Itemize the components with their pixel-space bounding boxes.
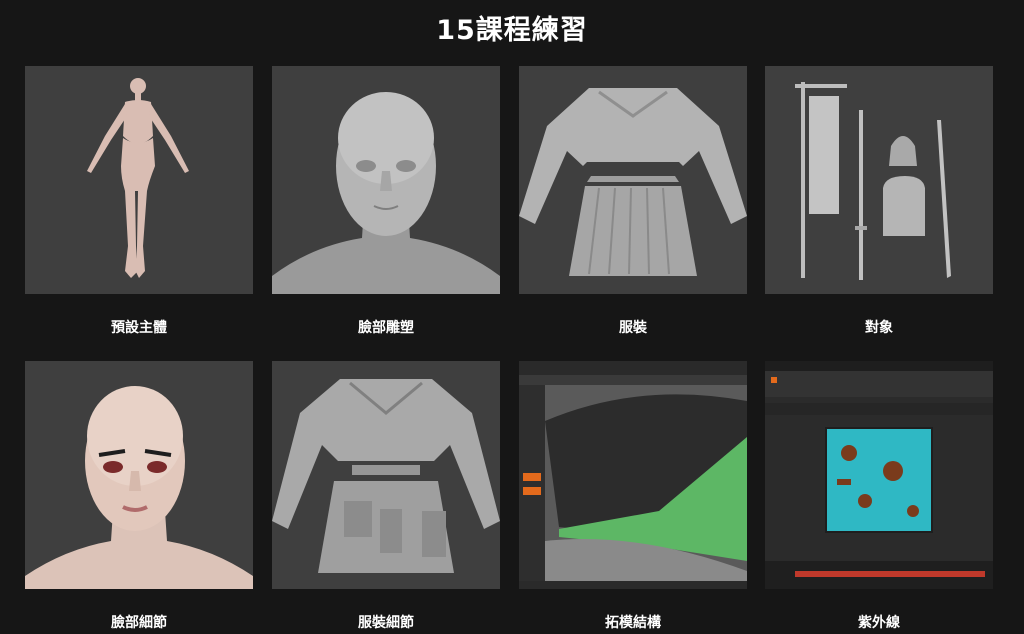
props-objects-icon [765, 66, 993, 294]
lesson-label: 服裝細節 [358, 615, 414, 631]
lesson-label: 臉部細節 [111, 615, 167, 631]
lesson-label: 預設主體 [111, 320, 167, 336]
lesson-card-topology[interactable]: 拓模結構 [519, 361, 747, 631]
lesson-label: 對象 [865, 320, 893, 336]
lesson-label: 拓模結構 [605, 615, 661, 631]
lesson-label: 服裝 [619, 320, 647, 336]
lesson-card-face-sculpt[interactable]: 臉部雕塑 [272, 66, 500, 336]
uv-layout-icon [765, 361, 993, 589]
lesson-label: 臉部雕塑 [358, 320, 414, 336]
lesson-card-clothing[interactable]: 服裝 [519, 66, 747, 336]
clothing-icon [519, 66, 747, 294]
page-title: 15課程練習 [436, 15, 588, 46]
face-detail-icon [25, 361, 253, 589]
lesson-label: 紫外線 [858, 615, 900, 631]
lesson-card-uv[interactable]: 紫外線 [765, 361, 993, 631]
lesson-card-clothing-detail[interactable]: 服裝細節 [272, 361, 500, 631]
lesson-card-face-detail[interactable]: 臉部細節 [25, 361, 253, 631]
face-sculpt-icon [272, 66, 500, 294]
clothing-detail-icon [272, 361, 500, 589]
lesson-card-props[interactable]: 對象 [765, 66, 993, 336]
lesson-card-base-body[interactable]: 預設主體 [25, 66, 253, 336]
base-body-model-icon [25, 66, 253, 294]
topology-icon [519, 361, 747, 589]
